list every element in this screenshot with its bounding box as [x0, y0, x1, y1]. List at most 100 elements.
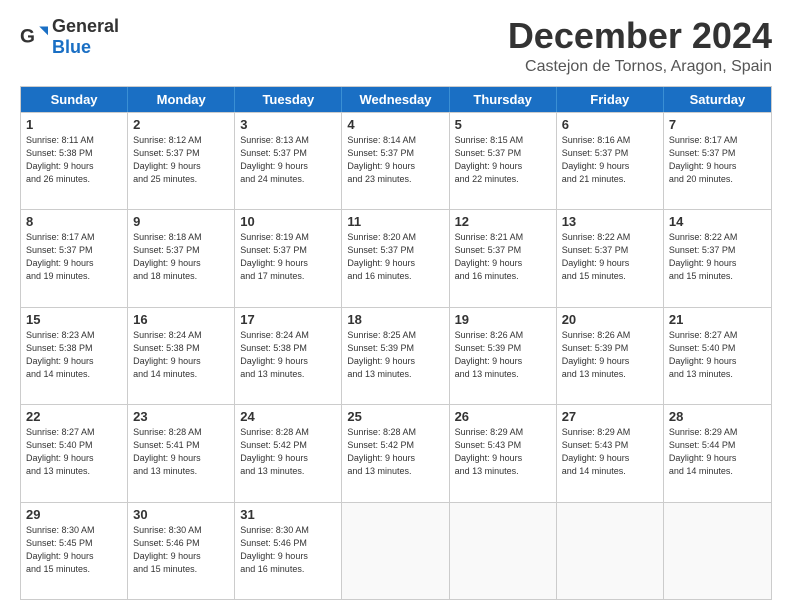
logo-blue: Blue [52, 37, 91, 57]
day-number: 20 [562, 312, 658, 327]
day-number: 24 [240, 409, 336, 424]
calendar-cell-1-1: 1 Sunrise: 8:11 AM Sunset: 5:38 PM Daylig… [21, 113, 128, 209]
calendar-cell-4-2: 23 Sunrise: 8:28 AM Sunset: 5:41 PM Dayli… [128, 405, 235, 501]
day-info: Sunrise: 8:17 AM Sunset: 5:37 PM Dayligh… [669, 134, 766, 186]
day-info: Sunrise: 8:24 AM Sunset: 5:38 PM Dayligh… [240, 329, 336, 381]
calendar-row-3: 15 Sunrise: 8:23 AM Sunset: 5:38 PM Dayli… [21, 307, 771, 404]
calendar-cell-1-5: 5 Sunrise: 8:15 AM Sunset: 5:37 PM Daylig… [450, 113, 557, 209]
day-number: 17 [240, 312, 336, 327]
calendar-cell-5-6 [557, 503, 664, 599]
header-tuesday: Tuesday [235, 87, 342, 112]
calendar-cell-4-4: 25 Sunrise: 8:28 AM Sunset: 5:42 PM Dayli… [342, 405, 449, 501]
day-info: Sunrise: 8:24 AM Sunset: 5:38 PM Dayligh… [133, 329, 229, 381]
day-number: 12 [455, 214, 551, 229]
calendar-row-1: 1 Sunrise: 8:11 AM Sunset: 5:38 PM Daylig… [21, 112, 771, 209]
calendar-cell-3-7: 21Sunrise: 8:27 AM Sunset: 5:40 PM Dayli… [664, 308, 771, 404]
day-info: Sunrise: 8:29 AM Sunset: 5:43 PM Dayligh… [455, 426, 551, 478]
calendar-cell-4-7: 28 Sunrise: 8:29 AM Sunset: 5:44 PM Dayli… [664, 405, 771, 501]
calendar-row-5: 29 Sunrise: 8:30 AM Sunset: 5:45 PM Dayli… [21, 502, 771, 599]
day-number: 15 [26, 312, 122, 327]
day-info: Sunrise: 8:28 AM Sunset: 5:41 PM Dayligh… [133, 426, 229, 478]
day-number: 1 [26, 117, 122, 132]
header-wednesday: Wednesday [342, 87, 449, 112]
header-saturday: Saturday [664, 87, 771, 112]
logo-general: General [52, 16, 119, 36]
calendar-cell-2-6: 13Sunrise: 8:22 AM Sunset: 5:37 PM Dayli… [557, 210, 664, 306]
calendar-header: Sunday Monday Tuesday Wednesday Thursday… [21, 87, 771, 112]
header-monday: Monday [128, 87, 235, 112]
day-info: Sunrise: 8:16 AM Sunset: 5:37 PM Dayligh… [562, 134, 658, 186]
calendar-cell-3-5: 19 Sunrise: 8:26 AM Sunset: 5:39 PM Dayli… [450, 308, 557, 404]
calendar-cell-1-2: 2 Sunrise: 8:12 AM Sunset: 5:37 PM Daylig… [128, 113, 235, 209]
calendar-cell-5-1: 29 Sunrise: 8:30 AM Sunset: 5:45 PM Dayli… [21, 503, 128, 599]
day-number: 8 [26, 214, 122, 229]
calendar-cell-4-1: 22 Sunrise: 8:27 AM Sunset: 5:40 PM Dayli… [21, 405, 128, 501]
calendar-row-4: 22 Sunrise: 8:27 AM Sunset: 5:40 PM Dayli… [21, 404, 771, 501]
day-info: Sunrise: 8:26 AM Sunset: 5:39 PM Dayligh… [455, 329, 551, 381]
calendar-cell-3-4: 18Sunrise: 8:25 AM Sunset: 5:39 PM Dayli… [342, 308, 449, 404]
day-number: 31 [240, 507, 336, 522]
calendar-cell-2-3: 10Sunrise: 8:19 AM Sunset: 5:37 PM Dayli… [235, 210, 342, 306]
calendar-row-2: 8 Sunrise: 8:17 AM Sunset: 5:37 PM Daylig… [21, 209, 771, 306]
day-number: 30 [133, 507, 229, 522]
day-info: Sunrise: 8:30 AM Sunset: 5:46 PM Dayligh… [240, 524, 336, 576]
day-info: Sunrise: 8:28 AM Sunset: 5:42 PM Dayligh… [240, 426, 336, 478]
calendar-cell-4-6: 27Sunrise: 8:29 AM Sunset: 5:43 PM Dayli… [557, 405, 664, 501]
month-title: December 2024 [508, 16, 772, 56]
day-info: Sunrise: 8:15 AM Sunset: 5:37 PM Dayligh… [455, 134, 551, 186]
day-info: Sunrise: 8:23 AM Sunset: 5:38 PM Dayligh… [26, 329, 122, 381]
day-info: Sunrise: 8:27 AM Sunset: 5:40 PM Dayligh… [26, 426, 122, 478]
title-block: December 2024 Castejon de Tornos, Aragon… [508, 16, 772, 76]
svg-text:G: G [20, 26, 35, 47]
calendar-cell-3-6: 20Sunrise: 8:26 AM Sunset: 5:39 PM Dayli… [557, 308, 664, 404]
header-sunday: Sunday [21, 87, 128, 112]
calendar-cell-3-1: 15 Sunrise: 8:23 AM Sunset: 5:38 PM Dayli… [21, 308, 128, 404]
day-number: 4 [347, 117, 443, 132]
day-number: 3 [240, 117, 336, 132]
calendar-cell-5-7 [664, 503, 771, 599]
calendar-cell-5-5 [450, 503, 557, 599]
day-info: Sunrise: 8:22 AM Sunset: 5:37 PM Dayligh… [562, 231, 658, 283]
day-number: 11 [347, 214, 443, 229]
day-info: Sunrise: 8:27 AM Sunset: 5:40 PM Dayligh… [669, 329, 766, 381]
day-info: Sunrise: 8:18 AM Sunset: 5:37 PM Dayligh… [133, 231, 229, 283]
day-number: 25 [347, 409, 443, 424]
header-friday: Friday [557, 87, 664, 112]
day-number: 26 [455, 409, 551, 424]
day-number: 29 [26, 507, 122, 522]
calendar-cell-1-7: 7 Sunrise: 8:17 AM Sunset: 5:37 PM Daylig… [664, 113, 771, 209]
calendar-cell-2-1: 8 Sunrise: 8:17 AM Sunset: 5:37 PM Daylig… [21, 210, 128, 306]
header-thursday: Thursday [450, 87, 557, 112]
day-number: 2 [133, 117, 229, 132]
day-number: 14 [669, 214, 766, 229]
day-info: Sunrise: 8:11 AM Sunset: 5:38 PM Dayligh… [26, 134, 122, 186]
header: G General Blue December 2024 Castejon de… [20, 16, 772, 76]
calendar-cell-2-4: 11 Sunrise: 8:20 AM Sunset: 5:37 PM Dayli… [342, 210, 449, 306]
day-number: 28 [669, 409, 766, 424]
calendar-cell-5-2: 30Sunrise: 8:30 AM Sunset: 5:46 PM Dayli… [128, 503, 235, 599]
day-number: 7 [669, 117, 766, 132]
day-number: 23 [133, 409, 229, 424]
day-info: Sunrise: 8:28 AM Sunset: 5:42 PM Dayligh… [347, 426, 443, 478]
page: G General Blue December 2024 Castejon de… [0, 0, 792, 612]
day-info: Sunrise: 8:12 AM Sunset: 5:37 PM Dayligh… [133, 134, 229, 186]
day-number: 22 [26, 409, 122, 424]
day-info: Sunrise: 8:17 AM Sunset: 5:37 PM Dayligh… [26, 231, 122, 283]
calendar-cell-4-3: 24 Sunrise: 8:28 AM Sunset: 5:42 PM Dayli… [235, 405, 342, 501]
day-info: Sunrise: 8:30 AM Sunset: 5:45 PM Dayligh… [26, 524, 122, 576]
logo-text: General Blue [52, 16, 119, 58]
calendar: Sunday Monday Tuesday Wednesday Thursday… [20, 86, 772, 600]
day-number: 10 [240, 214, 336, 229]
calendar-cell-5-4 [342, 503, 449, 599]
calendar-cell-4-5: 26 Sunrise: 8:29 AM Sunset: 5:43 PM Dayli… [450, 405, 557, 501]
calendar-cell-5-3: 31 Sunrise: 8:30 AM Sunset: 5:46 PM Dayli… [235, 503, 342, 599]
day-info: Sunrise: 8:20 AM Sunset: 5:37 PM Dayligh… [347, 231, 443, 283]
day-info: Sunrise: 8:22 AM Sunset: 5:37 PM Dayligh… [669, 231, 766, 283]
day-number: 5 [455, 117, 551, 132]
day-number: 19 [455, 312, 551, 327]
day-number: 9 [133, 214, 229, 229]
calendar-body: 1 Sunrise: 8:11 AM Sunset: 5:38 PM Daylig… [21, 112, 771, 599]
day-info: Sunrise: 8:29 AM Sunset: 5:44 PM Dayligh… [669, 426, 766, 478]
day-number: 6 [562, 117, 658, 132]
day-info: Sunrise: 8:29 AM Sunset: 5:43 PM Dayligh… [562, 426, 658, 478]
